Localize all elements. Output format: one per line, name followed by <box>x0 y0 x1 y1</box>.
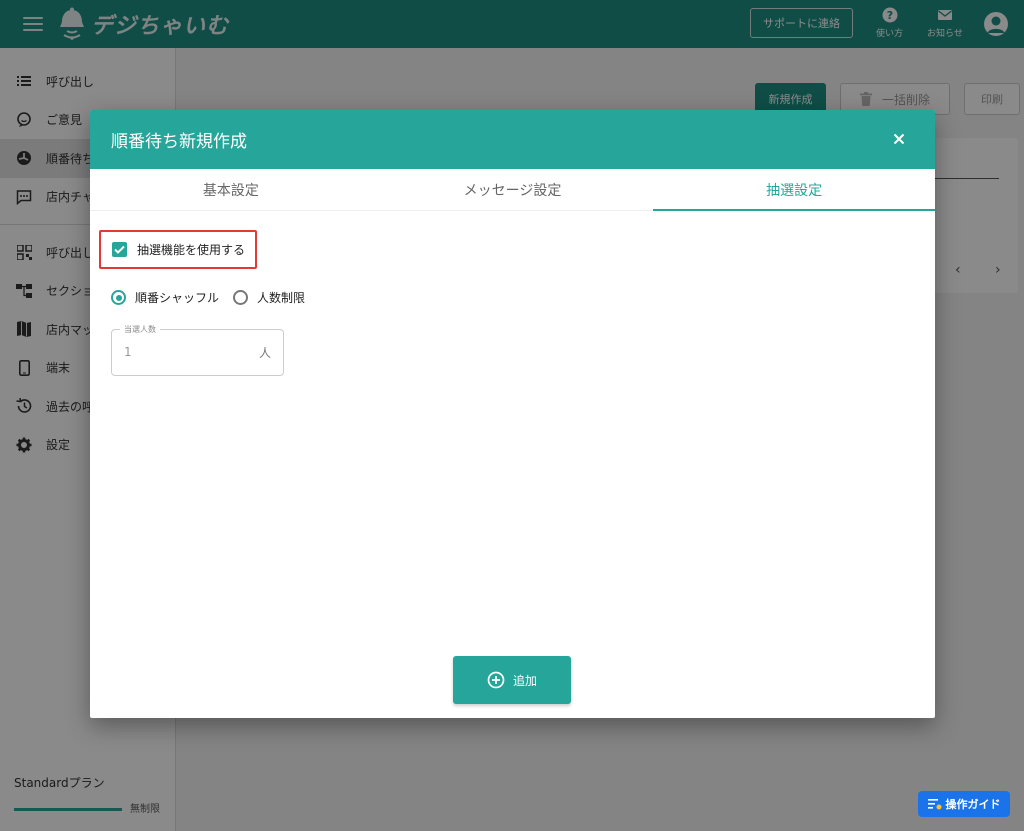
operation-guide-button[interactable]: 操作ガイド <box>918 791 1010 817</box>
create-queue-dialog: 順番待ち新規作成 基本設定 メッセージ設定 抽選設定 抽選機能を使用する 順番シ… <box>90 110 935 718</box>
winners-count-field[interactable]: 当選人数 1 人 <box>111 324 284 376</box>
radio-headcount-limit-label: 人数制限 <box>257 291 306 305</box>
operation-guide-label: 操作ガイド <box>945 798 1001 811</box>
tab-message-settings[interactable]: メッセージ設定 <box>372 169 654 210</box>
radio-selected-icon <box>111 290 126 305</box>
lottery-checkbox-label: 抽選機能を使用する <box>137 243 246 257</box>
guide-list-icon <box>927 799 941 810</box>
dialog-header: 順番待ち新規作成 <box>90 110 935 169</box>
tab-lottery-settings[interactable]: 抽選設定 <box>653 169 935 210</box>
dialog-title: 順番待ち新規作成 <box>111 132 247 152</box>
radio-shuffle-label: 順番シャッフル <box>135 291 220 305</box>
winners-count-value[interactable]: 1 <box>124 345 132 359</box>
radio-headcount-limit[interactable]: 人数制限 <box>233 289 305 306</box>
add-button-label: 追加 <box>512 673 537 688</box>
active-tab-indicator <box>653 209 935 211</box>
lottery-checkbox[interactable]: 抽選機能を使用する <box>99 230 257 269</box>
dialog-tabs: 基本設定 メッセージ設定 抽選設定 <box>90 169 935 211</box>
winners-count-suffix: 人 <box>258 346 271 360</box>
radio-unselected-icon <box>233 290 249 305</box>
close-icon[interactable] <box>890 130 908 148</box>
tab-basic-settings[interactable]: 基本設定 <box>90 169 372 210</box>
winners-count-legend: 当選人数 <box>120 324 160 335</box>
add-circle-icon <box>487 671 505 689</box>
add-button[interactable]: 追加 <box>453 656 571 704</box>
checkbox-checked-icon <box>112 242 127 257</box>
lottery-mode-radio-group: 順番シャッフル 人数制限 <box>111 289 319 306</box>
radio-shuffle[interactable]: 順番シャッフル <box>111 289 219 306</box>
